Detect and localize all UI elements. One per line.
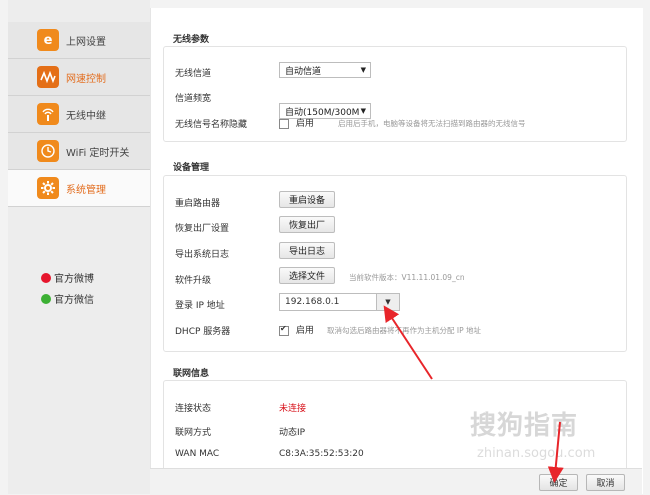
wan-mac-label: WAN MAC (175, 449, 220, 459)
section-title-network: 联网信息 (173, 369, 210, 379)
speed-wave-icon (37, 66, 59, 88)
reboot-label: 重启路由器 (175, 199, 221, 209)
connection-status-value: 未连接 (279, 404, 307, 414)
chevron-down-icon: ▼ (360, 66, 366, 74)
upgrade-label: 软件升级 (175, 276, 212, 286)
weibo-label: 官方微博 (54, 274, 94, 285)
sidebar-item-label: WiFi 定时开关 (66, 147, 130, 159)
hide-ssid-option: 启用 (279, 116, 314, 129)
bandwidth-label: 信道频宽 (175, 94, 212, 104)
login-ip-value: 192.168.0.1 (285, 297, 340, 307)
dhcp-checkbox[interactable] (279, 324, 289, 336)
software-version-text: 当前软件版本：V11.11.01.09_cn (349, 273, 465, 282)
ie-icon: e (37, 29, 59, 51)
wechat-label: 官方微信 (54, 295, 94, 306)
dhcp-label: DHCP 服务器 (175, 327, 231, 337)
wechat-link[interactable]: 官方微信 (41, 291, 94, 306)
weibo-link[interactable]: 官方微博 (41, 270, 94, 285)
cancel-button[interactable]: 取消 (586, 474, 625, 491)
hide-ssid-option-label: 启用 (295, 119, 314, 129)
export-log-button[interactable]: 导出日志 (279, 242, 335, 259)
chevron-down-icon[interactable]: ▼ (376, 294, 399, 310)
choose-file-button[interactable]: 选择文件 (279, 267, 335, 284)
watermark-logo: 搜狗指南 (470, 411, 579, 441)
wireless-box: 无线信道 自动信道 ▼ 信道频宽 自动(150M/300M ▼ 无线信号名称隐藏… (163, 46, 627, 142)
sidebar-item-label: 网速控制 (66, 73, 106, 85)
wechat-icon (41, 293, 51, 304)
sidebar-item-system[interactable]: 系统管理 (8, 170, 150, 207)
dhcp-option-label: 启用 (295, 326, 314, 336)
section-title-wireless: 无线参数 (173, 35, 210, 45)
dhcp-hint: 取消勾选后路由器将不再作为主机分配 IP 地址 (327, 326, 482, 335)
connection-status-label: 连接状态 (175, 404, 212, 414)
sidebar-item-repeater[interactable]: 无线中继 (8, 96, 150, 133)
watermark-url: zhinan.sogou.com (477, 446, 596, 461)
sidebar: e 上网设置 网速控制 无线中继 WiFi 定时开关 系统管理 官方微博 官方微… (8, 0, 150, 494)
hide-ssid-label: 无线信号名称隐藏 (175, 120, 248, 130)
hide-ssid-checkbox[interactable] (279, 118, 289, 129)
section-title-device: 设备管理 (173, 163, 210, 173)
reboot-button[interactable]: 重启设备 (279, 191, 335, 208)
reset-label: 恢复出厂设置 (175, 224, 230, 234)
hide-ssid-hint: 启用后手机，电脑等设备将无法扫描到路由器的无线信号 (338, 119, 526, 128)
sidebar-item-internet[interactable]: e 上网设置 (8, 22, 150, 59)
channel-select[interactable]: 自动信道 ▼ (279, 62, 371, 78)
sidebar-item-speed-control[interactable]: 网速控制 (8, 59, 150, 96)
factory-reset-button[interactable]: 恢复出厂 (279, 216, 335, 233)
login-ip-combobox[interactable]: 192.168.0.1 ▼ (279, 293, 400, 311)
system-gear-icon (37, 177, 59, 199)
chevron-down-icon: ▼ (360, 107, 366, 115)
wan-mac-value: C8:3A:35:52:53:20 (279, 449, 364, 459)
wireless-repeater-icon (37, 103, 59, 125)
sidebar-item-wifi-timer[interactable]: WiFi 定时开关 (8, 133, 150, 170)
login-ip-label: 登录 IP 地址 (175, 301, 225, 311)
connection-mode-value: 动态IP (279, 428, 306, 438)
dhcp-option: 启用 (279, 323, 314, 336)
sidebar-item-label: 无线中继 (66, 110, 106, 122)
export-log-label: 导出系统日志 (175, 250, 230, 260)
connection-mode-label: 联网方式 (175, 428, 212, 438)
wifi-timer-icon (37, 140, 59, 162)
device-box: 重启路由器 重启设备 恢复出厂设置 恢复出厂 导出系统日志 导出日志 软件升级 … (163, 175, 627, 352)
channel-select-value: 自动信道 (285, 66, 322, 77)
channel-label: 无线信道 (175, 69, 212, 79)
sidebar-item-label: 上网设置 (66, 36, 106, 48)
weibo-icon (41, 272, 51, 283)
sidebar-item-label: 系统管理 (66, 184, 106, 196)
footer-bar: 确定 取消 (150, 468, 642, 495)
ok-button[interactable]: 确定 (539, 474, 578, 491)
